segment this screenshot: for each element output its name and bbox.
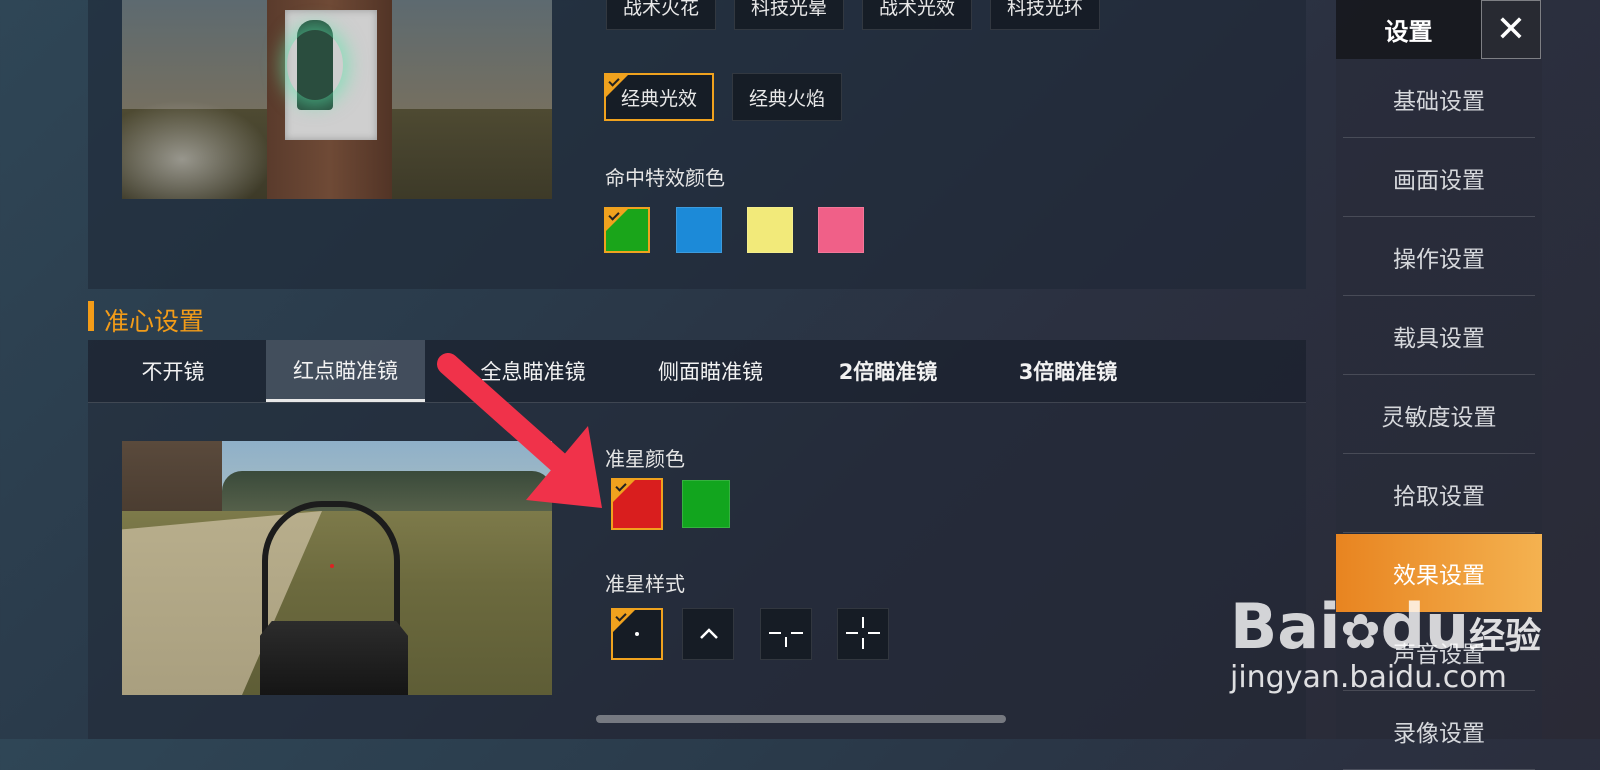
- crosshair-style-dot[interactable]: [611, 608, 663, 660]
- target-board: [267, 0, 392, 199]
- sidebar-item-pickup[interactable]: 拾取设置: [1343, 455, 1535, 533]
- check-icon: [606, 75, 628, 97]
- classic-glow-button[interactable]: 经典光效: [604, 73, 714, 121]
- sidebar-item-graphics[interactable]: 画面设置: [1343, 139, 1535, 217]
- check-icon: [613, 610, 635, 632]
- check-icon: [606, 209, 628, 231]
- tab-red-dot[interactable]: 红点瞄准镜: [266, 340, 425, 402]
- close-icon: ✕: [1495, 9, 1527, 50]
- sight-base: [260, 621, 408, 695]
- sidebar-item-sensitivity[interactable]: 灵敏度设置: [1343, 376, 1535, 454]
- hit-color-yellow-swatch[interactable]: [747, 207, 793, 253]
- hit-color-pink-swatch[interactable]: [818, 207, 864, 253]
- watermark-url: jingyan.baidu.com: [1230, 660, 1507, 695]
- close-button[interactable]: ✕: [1481, 0, 1541, 59]
- sidebar-item-controls[interactable]: 操作设置: [1343, 218, 1535, 296]
- tab-2x-scope[interactable]: 2倍瞄准镜: [808, 340, 968, 402]
- crosshair-style-dashed[interactable]: [760, 608, 812, 660]
- red-dot: [330, 564, 334, 568]
- classic-flame-button[interactable]: 经典火焰: [732, 73, 842, 121]
- annotation-arrow: [437, 353, 602, 508]
- crosshair-color-green-swatch[interactable]: [682, 480, 730, 528]
- effect-option-button[interactable]: 战术光效: [862, 0, 972, 30]
- crosshair-style-label: 准星样式: [605, 572, 685, 596]
- settings-title: 设置: [1336, 0, 1481, 59]
- sidebar-item-vehicle[interactable]: 载具设置: [1343, 297, 1535, 375]
- tab-3x-scope[interactable]: 3倍瞄准镜: [988, 340, 1148, 402]
- scope-tabs: 不开镜 红点瞄准镜 全息瞄准镜 侧面瞄准镜 2倍瞄准镜 3倍瞄准镜: [88, 340, 1306, 403]
- hit-effect-preview: [122, 0, 552, 199]
- home-indicator[interactable]: [596, 715, 1006, 723]
- effect-option-button[interactable]: 科技光晕: [734, 0, 844, 30]
- crosshair-style-chevron[interactable]: [682, 608, 734, 660]
- chevron-up-icon: [700, 628, 718, 639]
- section-accent-bar: [88, 301, 94, 331]
- crosshair-style-cross[interactable]: [837, 608, 889, 660]
- effect-option-button[interactable]: 战术火花: [606, 0, 716, 30]
- tab-side-scope[interactable]: 侧面瞄准镜: [628, 340, 793, 402]
- cross-icon: [846, 617, 880, 649]
- tab-no-scope[interactable]: 不开镜: [108, 340, 238, 402]
- hit-color-blue-swatch[interactable]: [676, 207, 722, 253]
- effect-option-button[interactable]: 科技光环: [990, 0, 1100, 30]
- sidebar-item-basic[interactable]: 基础设置: [1343, 60, 1535, 138]
- baidu-watermark: Bai✿du经验: [1230, 590, 1542, 663]
- sidebar-item-replay[interactable]: 录像设置: [1343, 692, 1535, 770]
- hit-color-green-swatch[interactable]: [604, 207, 650, 253]
- dashed-cross-icon: [769, 632, 803, 647]
- section-title: 准心设置: [104, 307, 205, 336]
- hit-color-label: 命中特效颜色: [605, 166, 725, 190]
